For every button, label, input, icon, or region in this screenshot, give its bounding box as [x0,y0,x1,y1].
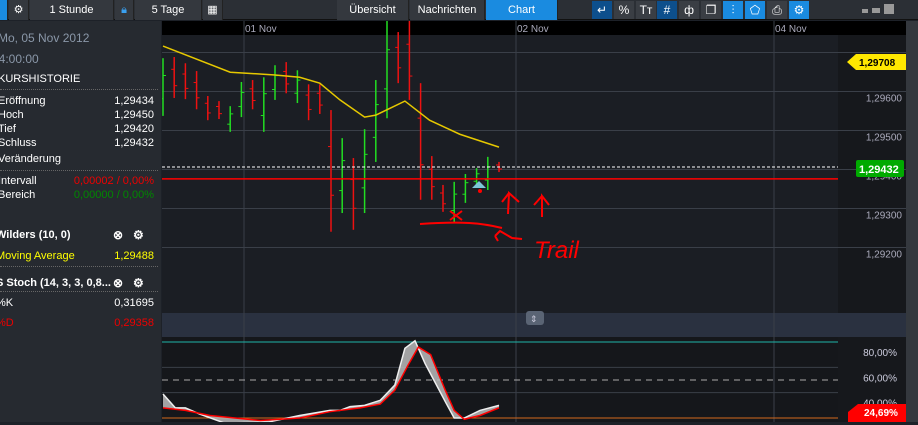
windows-icon[interactable]: ❐ [701,1,721,19]
text-size-icon[interactable]: Tт [636,1,656,19]
stoch-tick-label: 80,00% [863,348,897,359]
interval-select[interactable]: 1 Stunde [30,0,114,20]
percent-icon[interactable]: % [614,1,634,19]
svg-text:1,29432: 1,29432 [859,164,899,176]
svg-text:⇕: ⇕ [530,314,538,324]
date-label: 04 Nov [775,24,807,35]
scrollbar[interactable] [906,21,918,422]
print-icon[interactable]: ⎙ [767,1,787,19]
settings-icon[interactable]: ⚙ [789,1,809,19]
gear-icon[interactable]: ⚙ [9,0,29,20]
section-title: KURSHISTORIE [0,73,81,85]
y-tick-label: 1,29200 [866,249,903,260]
ohlc-row: Schluss 1,29432 [0,137,154,149]
stoch-value-tag: 24,69% [848,404,906,422]
annotation-text: Trail [534,237,580,264]
chart-area[interactable]: 01 Nov 02 Nov 04 Nov 1,297001,296001,295… [160,20,906,424]
svg-text:24,69%: 24,69% [864,408,898,419]
pane-resize-button[interactable]: ⇕ [526,311,544,325]
stoch-d-row: %D0,29358 [0,317,154,329]
lock-icon[interactable]: 🔒︎ [115,0,134,20]
maximize-icon[interactable] [884,4,894,14]
date-label: Mo, 05 Nov 2012 [0,31,90,45]
sidebar: Mo, 05 Nov 2012 04:00:00 KURSHISTORIE Er… [0,21,161,422]
bereich-row: Bereich 0,00000 / 0,00% [0,189,154,201]
svg-text:1,29708: 1,29708 [859,58,896,69]
toolbar: ⚙ 1 Stunde 🔒︎ 5 Tage ▦ Übersicht Nachric… [0,0,918,20]
y-tick-label: 1,29600 [866,93,903,104]
last-price-tag: 1,29432 [856,160,904,177]
indicator-settings-icon[interactable]: ⚙ [133,227,144,243]
range-select[interactable]: 5 Tage [135,0,202,20]
grid-icon[interactable]: # [657,1,677,19]
change-label: Veränderung [0,153,61,165]
ma-row: Moving Average 1,29488 [0,250,154,262]
candle-icon[interactable]: ф [679,1,699,19]
indicator-icon[interactable]: ⫶ [723,1,743,19]
indicator-title: Wilders (10, 0) [0,229,71,241]
stoch-tick-label: 60,00% [863,373,897,384]
stoch-k-row: %K0,31695 [0,297,154,309]
remove-indicator-icon[interactable]: ⊗ [113,275,123,291]
time-label: 04:00:00 [0,52,39,66]
y-tick-label: 1,29300 [866,210,903,221]
calendar-icon[interactable]: ▦ [203,0,223,20]
minimize-icon[interactable] [862,9,868,13]
tab-chart[interactable]: Chart [486,0,558,20]
ma-value-tag: 1,29708 [847,54,906,70]
restore-icon[interactable] [872,8,880,13]
remove-indicator-icon[interactable]: ⊗ [113,227,123,243]
indicator-settings-icon[interactable]: ⚙ [133,275,144,291]
date-label: 02 Nov [517,24,549,35]
panel-toggle-button[interactable] [0,0,8,20]
y-tick-label: 1,29500 [866,132,903,143]
label-icon[interactable]: ⬠ [745,1,765,19]
indicator-title: S Stoch (14, 3, 3, 0,8... [0,277,111,289]
tab-uebersicht[interactable]: Übersicht [337,0,409,20]
date-label: 01 Nov [245,24,277,35]
tab-nachrichten[interactable]: Nachrichten [410,0,485,20]
back-icon[interactable]: ↵ [592,1,612,19]
